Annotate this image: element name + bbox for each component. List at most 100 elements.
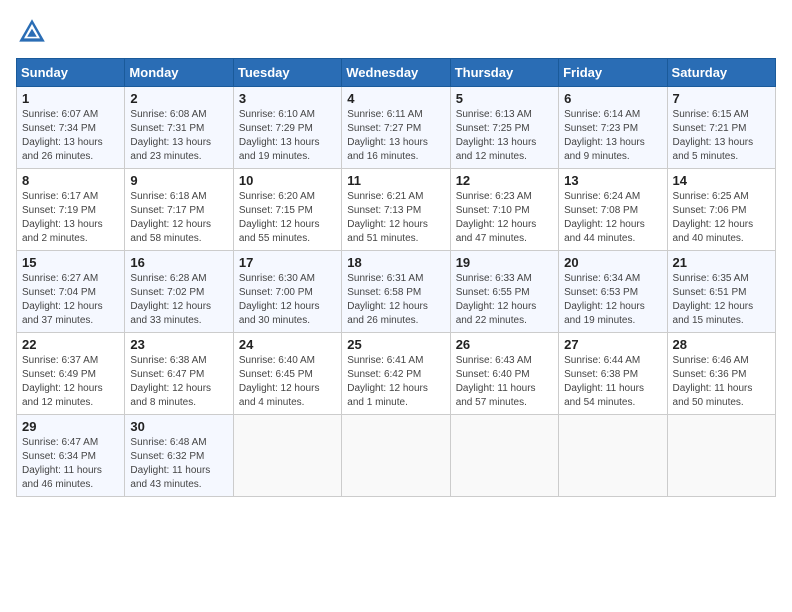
day-number: 7 (673, 91, 770, 106)
calendar-cell: 9 Sunrise: 6:18 AM Sunset: 7:17 PM Daylig… (125, 169, 233, 251)
calendar-cell: 4 Sunrise: 6:11 AM Sunset: 7:27 PM Daylig… (342, 87, 450, 169)
day-number: 8 (22, 173, 119, 188)
calendar-cell: 25Sunrise: 6:41 AM Sunset: 6:42 PM Dayli… (342, 333, 450, 415)
calendar-cell: 26 Sunrise: 6:43 AM Sunset: 6:40 PM Dayli… (450, 333, 558, 415)
day-number: 11 (347, 173, 444, 188)
weekday-header-wednesday: Wednesday (342, 59, 450, 87)
day-info: Sunrise: 6:17 AM Sunset: 7:19 PM Dayligh… (22, 190, 119, 246)
calendar-cell: 8 Sunrise: 6:17 AM Sunset: 7:19 PM Daylig… (17, 169, 125, 251)
day-number: 5 (456, 91, 553, 106)
day-number: 21 (673, 255, 770, 270)
day-info: Sunrise: 6:31 AM Sunset: 6:58 PM Dayligh… (347, 272, 444, 328)
day-info: Sunrise: 6:27 AM Sunset: 7:04 PM Dayligh… (22, 272, 119, 328)
day-info: Sunrise: 6:48 AM Sunset: 6:32 PM Dayligh… (130, 436, 227, 492)
calendar-cell: 28 Sunrise: 6:46 AM Sunset: 6:36 PM Dayli… (667, 333, 775, 415)
calendar-cell: 2 Sunrise: 6:08 AM Sunset: 7:31 PM Daylig… (125, 87, 233, 169)
calendar-cell (342, 415, 450, 497)
logo-icon (16, 16, 48, 48)
day-info: Sunrise: 6:08 AM Sunset: 7:31 PM Dayligh… (130, 108, 227, 164)
calendar-cell (559, 415, 667, 497)
day-number: 30 (130, 419, 227, 434)
calendar-cell: 18 Sunrise: 6:31 AM Sunset: 6:58 PM Dayli… (342, 251, 450, 333)
day-number: 20 (564, 255, 661, 270)
day-number: 14 (673, 173, 770, 188)
calendar-cell: 23 Sunrise: 6:38 AM Sunset: 6:47 PM Dayli… (125, 333, 233, 415)
calendar-cell: 15 Sunrise: 6:27 AM Sunset: 7:04 PM Dayli… (17, 251, 125, 333)
day-number: 9 (130, 173, 227, 188)
day-info: Sunrise: 6:47 AM Sunset: 6:34 PM Dayligh… (22, 436, 119, 492)
calendar-cell: 16Sunrise: 6:28 AM Sunset: 7:02 PM Dayli… (125, 251, 233, 333)
day-number: 10 (239, 173, 336, 188)
day-info: Sunrise: 6:43 AM Sunset: 6:40 PM Dayligh… (456, 354, 553, 410)
weekday-header-tuesday: Tuesday (233, 59, 341, 87)
calendar-cell: 30 Sunrise: 6:48 AM Sunset: 6:32 PM Dayli… (125, 415, 233, 497)
day-number: 17 (239, 255, 336, 270)
day-number: 29 (22, 419, 119, 434)
weekday-header-saturday: Saturday (667, 59, 775, 87)
calendar-cell: 1Sunrise: 6:07 AM Sunset: 7:34 PM Daylig… (17, 87, 125, 169)
calendar-cell: 6 Sunrise: 6:14 AM Sunset: 7:23 PM Daylig… (559, 87, 667, 169)
calendar-cell: 21 Sunrise: 6:35 AM Sunset: 6:51 PM Dayli… (667, 251, 775, 333)
day-info: Sunrise: 6:20 AM Sunset: 7:15 PM Dayligh… (239, 190, 336, 246)
weekday-header-sunday: Sunday (17, 59, 125, 87)
day-info: Sunrise: 6:23 AM Sunset: 7:10 PM Dayligh… (456, 190, 553, 246)
calendar-week-row: 29 Sunrise: 6:47 AM Sunset: 6:34 PM Dayli… (17, 415, 776, 497)
calendar-cell: 17Sunrise: 6:30 AM Sunset: 7:00 PM Dayli… (233, 251, 341, 333)
day-number: 28 (673, 337, 770, 352)
day-number: 1 (22, 91, 119, 106)
calendar-cell (233, 415, 341, 497)
day-info: Sunrise: 6:46 AM Sunset: 6:36 PM Dayligh… (673, 354, 770, 410)
calendar-cell: 10 Sunrise: 6:20 AM Sunset: 7:15 PM Dayli… (233, 169, 341, 251)
calendar-cell: 12 Sunrise: 6:23 AM Sunset: 7:10 PM Dayli… (450, 169, 558, 251)
day-info: Sunrise: 6:33 AM Sunset: 6:55 PM Dayligh… (456, 272, 553, 328)
day-info: Sunrise: 6:11 AM Sunset: 7:27 PM Dayligh… (347, 108, 444, 164)
day-number: 6 (564, 91, 661, 106)
day-number: 22 (22, 337, 119, 352)
day-number: 18 (347, 255, 444, 270)
weekday-header-row: SundayMondayTuesdayWednesdayThursdayFrid… (17, 59, 776, 87)
day-number: 12 (456, 173, 553, 188)
day-info: Sunrise: 6:40 AM Sunset: 6:45 PM Dayligh… (239, 354, 336, 410)
day-number: 23 (130, 337, 227, 352)
weekday-header-friday: Friday (559, 59, 667, 87)
calendar-cell: 19 Sunrise: 6:33 AM Sunset: 6:55 PM Dayli… (450, 251, 558, 333)
calendar-cell: 13 Sunrise: 6:24 AM Sunset: 7:08 PM Dayli… (559, 169, 667, 251)
calendar-week-row: 22 Sunrise: 6:37 AM Sunset: 6:49 PM Dayli… (17, 333, 776, 415)
calendar-cell: 29 Sunrise: 6:47 AM Sunset: 6:34 PM Dayli… (17, 415, 125, 497)
day-info: Sunrise: 6:38 AM Sunset: 6:47 PM Dayligh… (130, 354, 227, 410)
day-number: 15 (22, 255, 119, 270)
day-info: Sunrise: 6:35 AM Sunset: 6:51 PM Dayligh… (673, 272, 770, 328)
calendar-cell: 5Sunrise: 6:13 AM Sunset: 7:25 PM Daylig… (450, 87, 558, 169)
day-info: Sunrise: 6:14 AM Sunset: 7:23 PM Dayligh… (564, 108, 661, 164)
day-number: 24 (239, 337, 336, 352)
day-info: Sunrise: 6:21 AM Sunset: 7:13 PM Dayligh… (347, 190, 444, 246)
day-info: Sunrise: 6:34 AM Sunset: 6:53 PM Dayligh… (564, 272, 661, 328)
day-info: Sunrise: 6:24 AM Sunset: 7:08 PM Dayligh… (564, 190, 661, 246)
calendar-table: SundayMondayTuesdayWednesdayThursdayFrid… (16, 58, 776, 497)
day-number: 26 (456, 337, 553, 352)
calendar-cell: 3 Sunrise: 6:10 AM Sunset: 7:29 PM Daylig… (233, 87, 341, 169)
calendar-cell: 11 Sunrise: 6:21 AM Sunset: 7:13 PM Dayli… (342, 169, 450, 251)
day-info: Sunrise: 6:10 AM Sunset: 7:29 PM Dayligh… (239, 108, 336, 164)
calendar-cell (667, 415, 775, 497)
logo (16, 16, 52, 48)
day-number: 27 (564, 337, 661, 352)
day-info: Sunrise: 6:18 AM Sunset: 7:17 PM Dayligh… (130, 190, 227, 246)
weekday-header-thursday: Thursday (450, 59, 558, 87)
calendar-cell: 14 Sunrise: 6:25 AM Sunset: 7:06 PM Dayli… (667, 169, 775, 251)
weekday-header-monday: Monday (125, 59, 233, 87)
day-number: 19 (456, 255, 553, 270)
day-number: 2 (130, 91, 227, 106)
day-info: Sunrise: 6:41 AM Sunset: 6:42 PM Dayligh… (347, 354, 444, 410)
day-info: Sunrise: 6:37 AM Sunset: 6:49 PM Dayligh… (22, 354, 119, 410)
calendar-cell: 27Sunrise: 6:44 AM Sunset: 6:38 PM Dayli… (559, 333, 667, 415)
day-number: 4 (347, 91, 444, 106)
page-header (16, 16, 776, 48)
calendar-cell (450, 415, 558, 497)
day-number: 3 (239, 91, 336, 106)
calendar-week-row: 15 Sunrise: 6:27 AM Sunset: 7:04 PM Dayli… (17, 251, 776, 333)
day-info: Sunrise: 6:25 AM Sunset: 7:06 PM Dayligh… (673, 190, 770, 246)
day-number: 13 (564, 173, 661, 188)
calendar-week-row: 8 Sunrise: 6:17 AM Sunset: 7:19 PM Daylig… (17, 169, 776, 251)
calendar-cell: 20 Sunrise: 6:34 AM Sunset: 6:53 PM Dayli… (559, 251, 667, 333)
